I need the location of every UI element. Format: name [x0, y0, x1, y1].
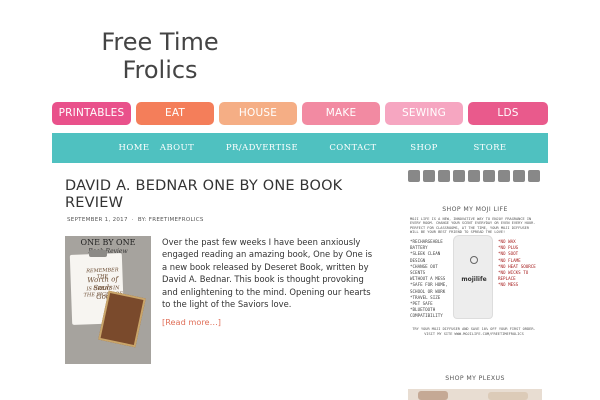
site-title[interactable]: Free Time Frolics — [60, 28, 260, 84]
plexus-product — [488, 392, 528, 400]
post-excerpt: Over the past few weeks I have been anxi… — [162, 237, 373, 310]
widget-title-moji: SHOP MY MOJI LIFE — [442, 206, 508, 213]
site-title-line2: Frolics — [122, 56, 198, 84]
feature-item: *NO MESS — [498, 282, 519, 288]
read-more-link[interactable]: [Read more…] — [162, 317, 221, 327]
feature-item: *RECHARGEABLE BATTERY — [410, 239, 443, 251]
widget-title-plexus: SHOP MY PLEXUS — [445, 375, 505, 382]
main-nav: HOME ABOUT PR/ADVERTISE CONTACT SHOP STO… — [52, 133, 548, 163]
clipboard-clip — [89, 250, 107, 257]
moji-diffuser-device: mojilife — [453, 235, 493, 319]
moji-ad-features-left: *RECHARGEABLE BATTERY *SLEEK CLEAN DESIG… — [410, 239, 454, 320]
nav-pr-advertise[interactable]: PR/ADVERTISE — [222, 133, 302, 163]
social-icons — [408, 170, 542, 183]
moji-life-ad[interactable]: MOJI LIFE IS A NEW, INNOVATIVE WAY TO EN… — [410, 217, 538, 344]
nav-home[interactable]: HOME — [114, 133, 154, 163]
feature-item: *CHANGE OUT SCENTS — [410, 263, 438, 276]
feature-item: COMPATIBILITY — [410, 313, 443, 319]
site-title-line1: Free Time — [101, 28, 219, 56]
device-logo: mojilife — [461, 276, 487, 283]
feature-item: *SLEEK CLEAN DESIGN — [410, 251, 441, 263]
instagram-icon[interactable] — [453, 170, 465, 182]
post-date: SEPTEMBER 1, 2017 — [67, 217, 128, 223]
moji-ad-intro: MOJI LIFE IS A NEW, INNOVATIVE WAY TO EN… — [410, 217, 536, 234]
google-plus-icon[interactable] — [468, 170, 480, 182]
plexus-product — [418, 391, 448, 400]
meta-separator: · — [131, 217, 134, 223]
post-thumbnail[interactable]: ONE BY ONE Book Review REMEMBER THE Wort… — [65, 236, 151, 364]
plexus-ad-image[interactable] — [408, 389, 542, 400]
category-house-button[interactable]: HOUSE — [219, 102, 297, 125]
bloglovin-icon[interactable] — [528, 170, 540, 182]
category-nav: PRINTABLES EAT HOUSE MAKE SEWING LDS — [52, 102, 548, 125]
category-make-button[interactable]: MAKE — [302, 102, 380, 125]
post-title-line1: DAVID A. BEDNAR ONE BY ONE BOOK — [65, 178, 343, 194]
nav-contact[interactable]: CONTACT — [323, 133, 383, 163]
nav-shop[interactable]: SHOP — [402, 133, 446, 163]
category-eat-button[interactable]: EAT — [136, 102, 214, 125]
category-sewing-button[interactable]: SEWING — [385, 102, 463, 125]
nav-about[interactable]: ABOUT — [155, 133, 199, 163]
nav-store[interactable]: STORE — [468, 133, 512, 163]
post-title[interactable]: DAVID A. BEDNAR ONE BY ONE BOOK REVIEW — [65, 178, 375, 212]
post-author[interactable]: BY: FREETIMEFROLICS — [138, 217, 204, 223]
thumbnail-title: ONE BY ONE — [80, 238, 136, 247]
feature-item: *SAFE FOR HOME, — [410, 282, 448, 288]
category-lds-button[interactable]: LDS — [468, 102, 548, 125]
facebook-icon[interactable] — [408, 170, 420, 182]
post-title-line2: REVIEW — [65, 195, 124, 211]
post-meta: SEPTEMBER 1, 2017 · BY: FREETIMEFROLICS — [67, 217, 204, 223]
rss-icon[interactable] — [513, 170, 525, 182]
moji-ad-outro: TRY YOUR MOJI DIFFUSER AND SAVE 10% OFF … — [412, 327, 536, 336]
category-printables-button[interactable]: PRINTABLES — [52, 102, 131, 125]
pinterest-icon[interactable] — [438, 170, 450, 182]
email-icon[interactable] — [498, 170, 510, 182]
youtube-icon[interactable] — [483, 170, 495, 182]
twitter-icon[interactable] — [423, 170, 435, 182]
moji-ad-features-right: *NO WAX *NO PLUG *NO SOOT *NO FLAME *NO … — [498, 239, 538, 289]
device-button-icon — [470, 256, 478, 264]
